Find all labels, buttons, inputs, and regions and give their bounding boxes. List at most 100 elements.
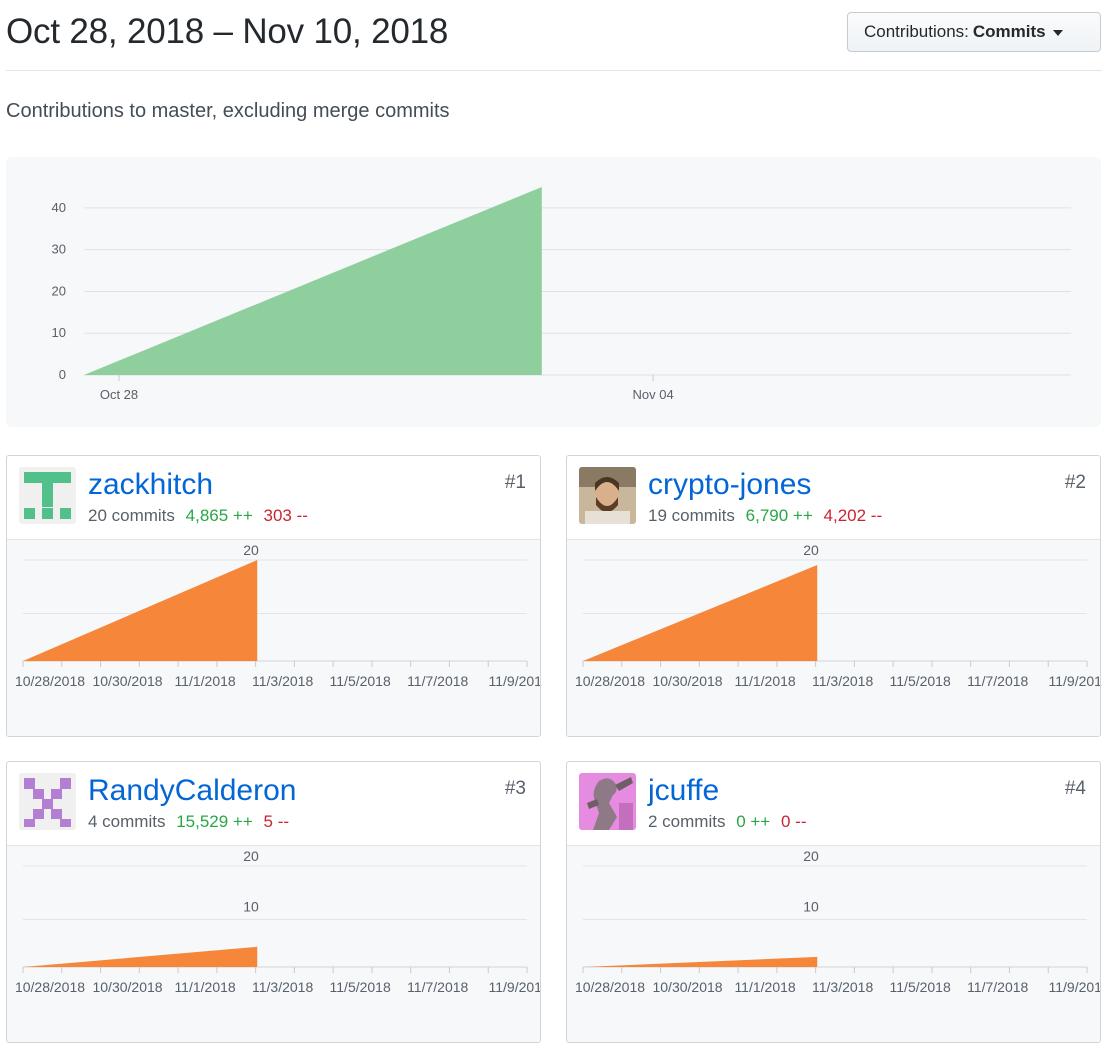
- y-tick-label: 30: [52, 242, 66, 257]
- y-tick-label: 20: [243, 848, 259, 864]
- contributor-name-link[interactable]: RandyCalderon: [88, 774, 296, 808]
- contributor-header: RandyCalderon 4 commits 15,529 ++ 5 -- #…: [7, 762, 540, 846]
- x-tick-label: 11/1/2018: [174, 979, 235, 995]
- x-tick-label: 10/30/2018: [652, 673, 722, 689]
- contributor-card: zackhitch 20 commits 4,865 ++ 303 -- #1 …: [6, 455, 541, 737]
- chart-subtitle: Contributions to master, excluding merge…: [6, 100, 450, 122]
- deletions-count: 303 --: [263, 506, 308, 525]
- additions-count: 6,790 ++: [745, 506, 813, 525]
- x-tick-label: 10/30/2018: [92, 673, 162, 689]
- y-tick-label: 10: [52, 325, 66, 340]
- contributor-chart: 20 10 10/28/2018 10/30/2018 11/1/2018 11/3/20…: [567, 846, 1101, 1042]
- y-tick-label: 10: [803, 899, 819, 915]
- x-tick-label: 11/7/2018: [407, 673, 468, 689]
- y-tick-label: 20: [243, 542, 259, 558]
- contributor-chart: 20 10/28/2018 10/30/2018 11/1/2018 11/3/2018…: [7, 540, 541, 736]
- avatar[interactable]: [19, 773, 76, 830]
- contributor-name-link[interactable]: zackhitch: [88, 468, 213, 502]
- contributor-header: zackhitch 20 commits 4,865 ++ 303 -- #1: [7, 456, 540, 540]
- rank-badge: #3: [504, 778, 526, 799]
- y-tick-label: 20: [803, 542, 819, 558]
- contributor-stats: 4 commits 15,529 ++ 5 --: [88, 812, 289, 832]
- x-tick-label: 11/5/2018: [890, 979, 951, 995]
- contributor-chart-svg: 20 10 10/28/2018 10/30/2018 11/1/2018 11/3/20…: [15, 848, 541, 995]
- additions-count: 15,529 ++: [176, 812, 253, 831]
- additions-count: 0 ++: [736, 812, 771, 831]
- y-tick-label: 10: [243, 899, 259, 915]
- user-commits-area: [23, 946, 258, 967]
- y-tick-label: 20: [803, 848, 819, 864]
- x-tick-label: 11/9/201: [1048, 673, 1101, 689]
- user-photo-icon: [579, 773, 636, 830]
- deletions-count: 0 --: [780, 812, 807, 831]
- x-tick-label: 11/9/201: [1048, 979, 1101, 995]
- dropdown-value: Commits: [972, 22, 1046, 41]
- commit-count: 4 commits: [88, 812, 166, 831]
- x-tick-label: 11/9/201: [488, 979, 541, 995]
- contributor-chart: 20 10 10/28/2018 10/30/2018 11/1/2018 11/3/20…: [7, 846, 541, 1042]
- x-tick-label: 11/1/2018: [734, 979, 795, 995]
- rank-badge: #2: [1064, 472, 1086, 493]
- contributor-name-link[interactable]: jcuffe: [648, 774, 719, 808]
- y-tick-label: 20: [52, 283, 66, 298]
- x-tick-label: 11/5/2018: [330, 979, 391, 995]
- x-tick-label: 11/7/2018: [967, 979, 1028, 995]
- contributor-stats: 19 commits 6,790 ++ 4,202 --: [648, 506, 882, 526]
- contributor-chart-svg: 20 10/28/2018 10/30/2018 11/1/2018 11/3/2018…: [15, 542, 541, 689]
- x-tick-label: 11/9/201: [488, 673, 541, 689]
- main-commits-chart: 0 10 20 30 40 Oct 28 Nov 04: [6, 157, 1101, 427]
- contributor-header: crypto-jones 19 commits 6,790 ++ 4,202 -…: [567, 456, 1100, 540]
- user-commits-area: [583, 956, 818, 967]
- user-photo-icon: [579, 467, 636, 524]
- y-tick-label: 40: [52, 200, 66, 215]
- x-tick-label: 10/28/2018: [15, 979, 85, 995]
- user-commits-area: [23, 560, 258, 661]
- contributor-stats: 2 commits 0 ++ 0 --: [648, 812, 806, 832]
- identicon-purple-avatar: [19, 773, 76, 830]
- x-tick-label: 11/1/2018: [734, 673, 795, 689]
- commits-area: [84, 187, 542, 375]
- commit-count: 19 commits: [648, 506, 735, 525]
- deletions-count: 4,202 --: [823, 506, 883, 525]
- x-tick-label: 11/5/2018: [890, 673, 951, 689]
- contributor-name-link[interactable]: crypto-jones: [648, 468, 811, 502]
- x-tick-label: 11/3/2018: [812, 673, 873, 689]
- deletions-count: 5 --: [263, 812, 290, 831]
- rank-badge: #1: [504, 472, 526, 493]
- caret-down-icon: [1052, 30, 1063, 36]
- avatar[interactable]: [579, 467, 636, 524]
- contributor-chart-svg: 20 10/28/2018 10/30/2018 11/1/2018 11/3/2018…: [575, 542, 1101, 689]
- date-range-title: Oct 28, 2018 – Nov 10, 2018: [6, 12, 449, 51]
- contributions-type-dropdown[interactable]: Contributions: Commits: [847, 12, 1101, 52]
- x-tick-label: 11/7/2018: [407, 979, 468, 995]
- contributor-card: RandyCalderon 4 commits 15,529 ++ 5 -- #…: [6, 761, 541, 1043]
- contributor-chart-svg: 20 10 10/28/2018 10/30/2018 11/1/2018 11/3/20…: [575, 848, 1101, 995]
- contributor-card: jcuffe 2 commits 0 ++ 0 -- #4 20 10 10/28/…: [566, 761, 1101, 1043]
- contributor-chart: 20 10/28/2018 10/30/2018 11/1/2018 11/3/2018…: [567, 540, 1101, 736]
- avatar[interactable]: [579, 773, 636, 830]
- contributor-card: crypto-jones 19 commits 6,790 ++ 4,202 -…: [566, 455, 1101, 737]
- rank-badge: #4: [1064, 778, 1086, 799]
- avatar[interactable]: [19, 467, 76, 524]
- range-header: Oct 28, 2018 – Nov 10, 2018 Contribution…: [0, 0, 1110, 72]
- additions-count: 4,865 ++: [185, 506, 253, 525]
- x-tick-label: 10/28/2018: [15, 673, 85, 689]
- commit-count: 20 commits: [88, 506, 175, 525]
- x-tick-label: 10/30/2018: [92, 979, 162, 995]
- x-tick-label: 11/3/2018: [252, 979, 313, 995]
- x-tick-label: 10/28/2018: [575, 979, 645, 995]
- x-tick-label: 11/5/2018: [330, 673, 391, 689]
- dropdown-prefix: Contributions:: [864, 22, 969, 41]
- x-tick-label: 11/3/2018: [252, 673, 313, 689]
- contributor-stats: 20 commits 4,865 ++ 303 --: [88, 506, 308, 526]
- x-tick-label: 10/28/2018: [575, 673, 645, 689]
- x-tick-label: 10/30/2018: [652, 979, 722, 995]
- header-divider: [6, 70, 1102, 71]
- x-tick-label: 11/3/2018: [812, 979, 873, 995]
- identicon-green-avatar: [19, 467, 76, 524]
- y-tick-label: 0: [59, 367, 66, 382]
- contributor-header: jcuffe 2 commits 0 ++ 0 -- #4: [567, 762, 1100, 846]
- x-tick-label: Oct 28: [100, 387, 138, 402]
- x-tick-label: Nov 04: [632, 387, 673, 402]
- x-tick-label: 11/1/2018: [174, 673, 235, 689]
